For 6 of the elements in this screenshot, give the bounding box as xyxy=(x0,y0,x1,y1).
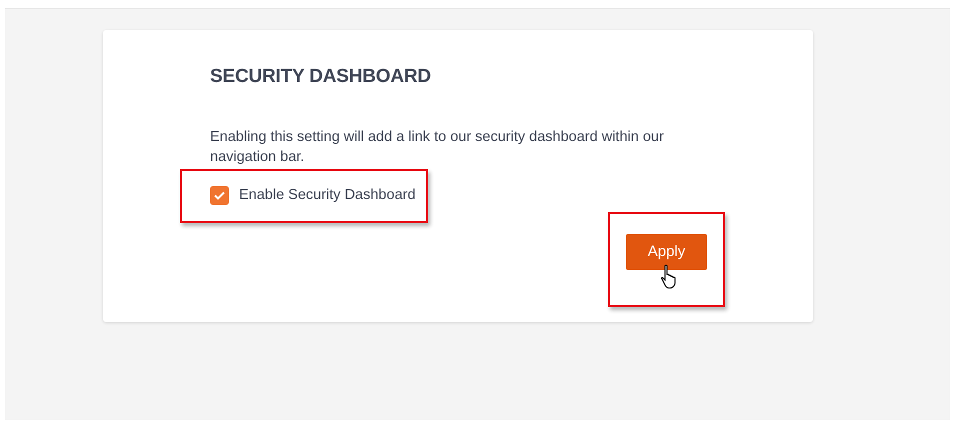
check-icon xyxy=(214,191,225,200)
section-title: SECURITY DASHBOARD xyxy=(210,66,432,89)
apply-button[interactable]: Apply xyxy=(626,234,707,270)
checkbox[interactable] xyxy=(210,186,229,206)
checkbox-label: Enable Security Dashboard xyxy=(239,186,416,205)
description-text: Enabling this setting will add a link to our security dashboard within our navigation bar. xyxy=(210,128,665,167)
